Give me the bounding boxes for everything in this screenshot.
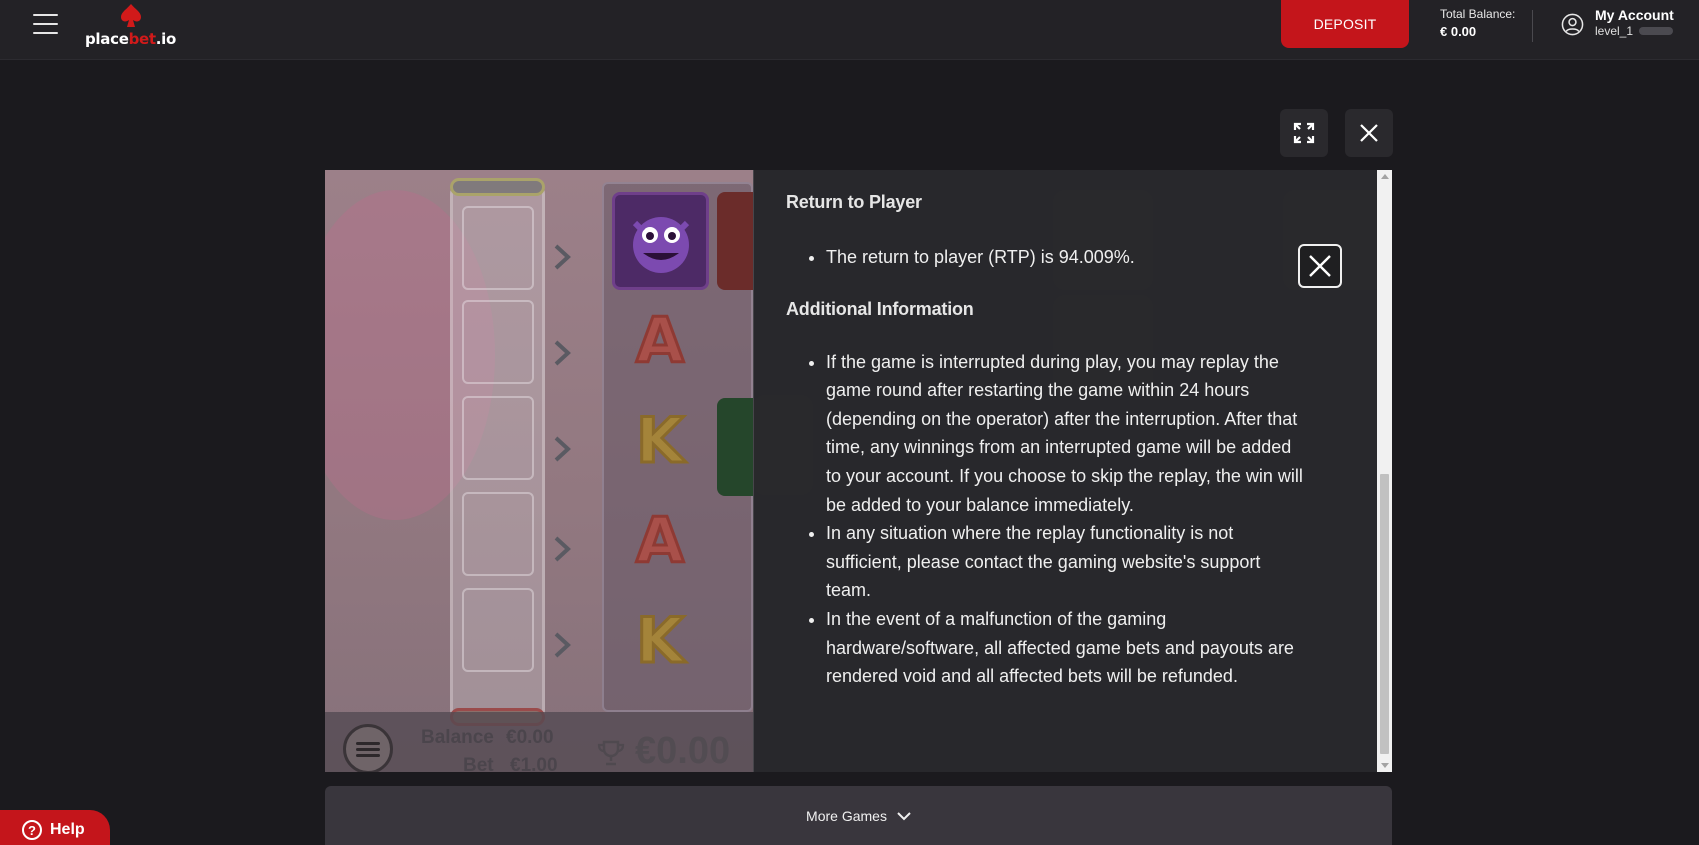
game-balance-label: Balance [421, 727, 494, 748]
game-status-bar: Balance €0.00 Bet €1.00 €0.00 [325, 712, 753, 772]
arrow-right-icon [554, 436, 571, 462]
arrow-right-icon [554, 340, 571, 366]
game-reels-background: A K A K Balance €0.00 Bet €1.00 €0.00 [325, 170, 753, 772]
game-frame[interactable]: A K A K Balance €0.00 Bet €1.00 €0.00 Re… [325, 170, 1392, 772]
more-games-button[interactable]: More Games [325, 786, 1392, 845]
rtp-heading: Return to Player [786, 192, 922, 212]
close-icon [1309, 255, 1331, 277]
balance-label: Total Balance: [1440, 7, 1516, 21]
game-balance-value: €0.00 [506, 727, 554, 748]
game-bet-label: Bet [463, 755, 494, 772]
scroll-down-arrow[interactable] [1381, 763, 1389, 768]
scroll-up-arrow[interactable] [1381, 174, 1389, 179]
fullscreen-icon [1293, 122, 1315, 144]
rtp-list: The return to player (RTP) is 94.009%. [786, 243, 1306, 272]
arrow-right-icon [554, 244, 571, 270]
blurred-username [1639, 27, 1674, 35]
fullscreen-button[interactable] [1280, 109, 1328, 157]
monster-icon [632, 217, 689, 273]
arrow-right-icon [554, 536, 571, 562]
red-monster-symbol [717, 192, 753, 290]
question-icon: ? [22, 820, 42, 840]
info-scrollbar[interactable] [1377, 170, 1392, 772]
my-account-button[interactable]: My Account level_1 [1561, 7, 1674, 38]
rtp-item: The return to player (RTP) is 94.009%. [826, 243, 1306, 272]
game-win-value: €0.00 [635, 730, 731, 772]
top-header: placebet.io DEPOSIT Total Balance: € 0.0… [0, 0, 1699, 60]
letter-a-symbol: A [635, 302, 686, 378]
additional-info-item: If the game is interrupted during play, … [826, 348, 1306, 520]
scroll-thumb[interactable] [1380, 474, 1389, 754]
letter-a-symbol: A [635, 502, 686, 578]
green-monster-symbol [717, 398, 753, 496]
hamburger-menu-icon[interactable] [33, 14, 58, 34]
game-menu-button[interactable] [343, 724, 393, 772]
site-logo[interactable]: placebet.io [85, 0, 185, 56]
account-title: My Account [1595, 7, 1674, 23]
help-button[interactable]: ? Help [0, 810, 110, 845]
total-balance: Total Balance: € 0.00 [1440, 7, 1515, 39]
purple-monster-symbol [612, 192, 709, 290]
info-content: Return to Player The return to player (R… [786, 192, 1306, 691]
close-info-button[interactable] [1298, 244, 1342, 288]
logo-text: placebet.io [85, 30, 177, 48]
user-circle-icon [1561, 13, 1584, 36]
close-icon [1360, 124, 1378, 142]
arrow-right-icon [554, 632, 571, 658]
additional-info-item: In any situation where the replay functi… [826, 519, 1306, 605]
additional-info-item: In the event of a malfunction of the gam… [826, 605, 1306, 691]
letter-k-symbol: K [634, 602, 685, 678]
header-divider [1532, 10, 1533, 42]
additional-info-list: If the game is interrupted during play, … [786, 348, 1306, 691]
help-label: Help [50, 821, 85, 838]
game-bet-value: €1.00 [510, 755, 558, 772]
close-game-button[interactable] [1345, 109, 1393, 157]
balance-value: € 0.00 [1440, 24, 1477, 39]
spade-logo-icon [121, 4, 141, 27]
letter-k-symbol: K [634, 402, 685, 478]
more-games-label: More Games [806, 807, 887, 824]
chevron-down-icon [897, 811, 911, 820]
account-level: level_1 [1595, 24, 1674, 38]
trophy-icon [597, 740, 625, 766]
game-info-panel: Return to Player The return to player (R… [753, 170, 1377, 772]
additional-info-heading: Additional Information [786, 298, 974, 319]
deposit-button[interactable]: DEPOSIT [1281, 0, 1409, 48]
